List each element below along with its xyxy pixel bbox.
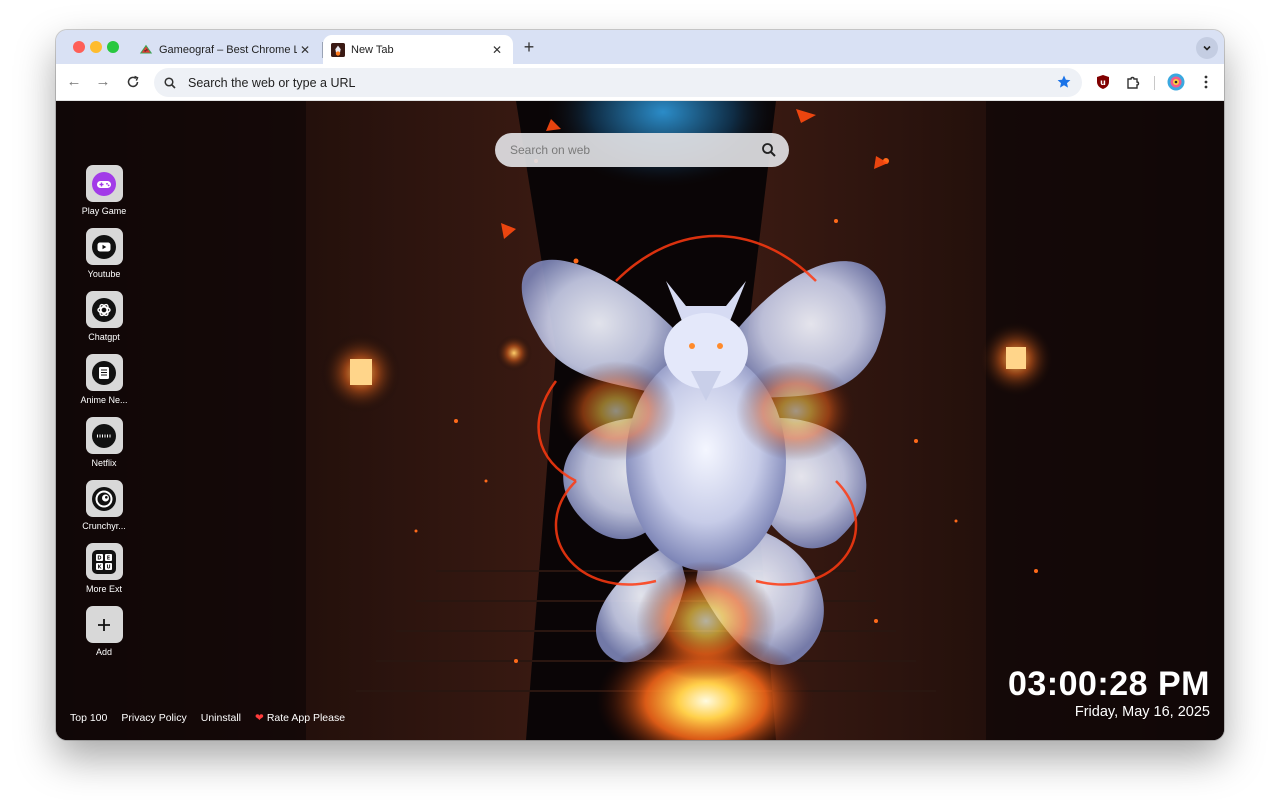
tab-title: New Tab <box>351 43 394 56</box>
netflix-icon <box>92 423 116 448</box>
shortcut-tile <box>85 228 123 265</box>
shortcut-anime-news[interactable]: Anime Ne... <box>72 354 136 414</box>
tab-search-button[interactable] <box>1196 37 1218 59</box>
tab-new-tab[interactable]: New Tab ✕ <box>323 35 513 64</box>
shortcut-crunchyroll[interactable]: Crunchyr... <box>72 480 136 540</box>
shortcut-tile <box>85 606 123 643</box>
shortcut-youtube[interactable]: Youtube <box>72 228 136 288</box>
shortcut-label: Chatgpt <box>88 332 120 342</box>
fox-thumbnail-icon <box>331 42 345 57</box>
shortcut-tile <box>85 480 123 517</box>
toolbar-separator <box>1154 76 1155 90</box>
clock-date: Friday, May 16, 2025 <box>1074 704 1210 720</box>
shortcut-label: Add <box>95 647 112 657</box>
shortcut-netflix[interactable]: Netflix <box>72 417 136 477</box>
ublock-icon[interactable]: u <box>1094 73 1112 91</box>
uninstall-link[interactable]: Uninstall <box>201 712 241 724</box>
close-tab-icon[interactable]: ✕ <box>489 43 505 57</box>
gamepad-icon <box>92 171 116 196</box>
shortcut-tile <box>85 165 123 202</box>
maximize-window-button[interactable] <box>107 41 119 53</box>
openai-icon <box>92 297 116 322</box>
close-window-button[interactable] <box>73 41 85 53</box>
shortcut-label: Play Game <box>81 206 127 216</box>
shortcut-add[interactable]: Add <box>72 606 136 666</box>
star-icon[interactable] <box>1056 74 1072 90</box>
shortcut-label: More Ext <box>85 584 122 594</box>
search-icon[interactable] <box>761 142 777 158</box>
dekku-grid-icon: D EK U <box>92 549 116 574</box>
chevron-down-icon <box>1203 45 1211 51</box>
tab-gameograf[interactable]: Gameograf – Best Chrome Li ✕ <box>131 35 321 64</box>
svg-text:U: U <box>106 564 110 570</box>
rate-app-link[interactable]: ❤ Rate App Please <box>255 712 345 724</box>
profile-avatar-icon[interactable] <box>1167 73 1185 91</box>
search-placeholder: Search on web <box>510 143 591 157</box>
shortcut-tile: DEKU <box>85 543 123 580</box>
newspaper-icon <box>92 360 116 385</box>
shortcut-more-ext[interactable]: DEKU More Ext <box>72 543 136 603</box>
shortcut-chatgpt[interactable]: Chatgpt <box>72 291 136 351</box>
kebab-menu-icon[interactable] <box>1197 73 1215 91</box>
tab-title: Gameograf – Best Chrome Li <box>159 43 297 56</box>
address-bar[interactable]: Search the web or type a URL <box>154 68 1082 97</box>
svg-text:D: D <box>97 555 101 561</box>
fox-fire-wallpaper <box>56 101 1224 740</box>
rate-app-label: Rate App Please <box>266 712 346 724</box>
top-100-link[interactable]: Top 100 <box>70 712 107 724</box>
crunchyroll-icon <box>92 486 116 511</box>
shortcut-label: Netflix <box>91 458 117 468</box>
back-arrow-icon[interactable]: ← <box>65 73 83 91</box>
new-tab-button[interactable]: + <box>520 38 538 56</box>
browser-window: Gameograf – Best Chrome Li ✕ New Tab ✕ +… <box>56 30 1224 740</box>
reload-icon[interactable] <box>124 73 142 91</box>
shortcut-label: Youtube <box>87 269 121 279</box>
heart-icon: ❤ <box>255 712 264 724</box>
shortcut-label: Crunchyr... <box>82 521 126 531</box>
youtube-icon <box>92 234 116 259</box>
browser-toolbar: ← → Search the web or type a URL u <box>56 64 1224 101</box>
extensions-puzzle-icon[interactable] <box>1124 73 1142 91</box>
search-icon <box>164 76 176 89</box>
watermelon-icon <box>139 44 153 53</box>
svg-text:u: u <box>1100 78 1106 87</box>
svg-text:E: E <box>107 555 111 561</box>
clock-widget: 03:00:28 PM Friday, May 16, 2025 <box>1008 666 1210 722</box>
privacy-policy-link[interactable]: Privacy Policy <box>121 712 186 724</box>
plus-icon <box>98 618 110 631</box>
tab-strip: Gameograf – Best Chrome Li ✕ New Tab ✕ + <box>56 30 1224 64</box>
shortcut-label: Anime Ne... <box>80 395 128 405</box>
web-search-box[interactable]: Search on web <box>495 133 789 167</box>
forward-arrow-icon[interactable]: → <box>94 73 112 91</box>
minimize-window-button[interactable] <box>90 41 102 53</box>
shortcut-play-game[interactable]: Play Game <box>72 165 136 225</box>
close-tab-icon[interactable]: ✕ <box>297 43 313 57</box>
shortcut-tile <box>85 291 123 328</box>
new-tab-page: Search on web Play Game Youtube Chatgpt … <box>56 101 1224 740</box>
footer-links: Top 100 Privacy Policy Uninstall ❤ Rate A… <box>70 712 345 724</box>
clock-time: 03:00:28 PM <box>1007 665 1210 703</box>
address-placeholder: Search the web or type a URL <box>188 75 356 90</box>
shortcut-tile <box>85 417 123 454</box>
shortcut-tile <box>85 354 123 391</box>
